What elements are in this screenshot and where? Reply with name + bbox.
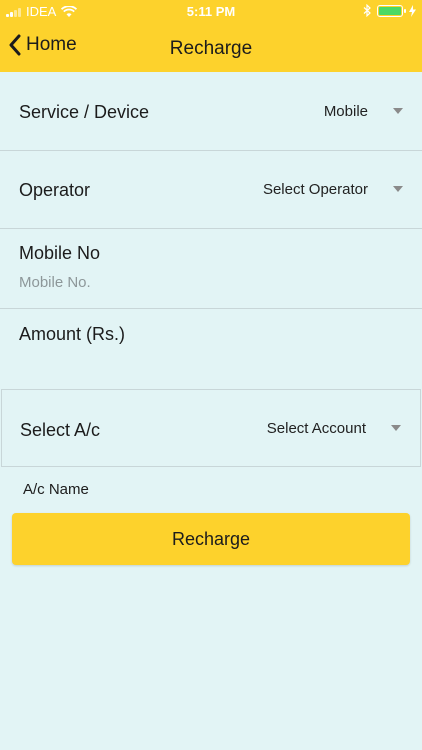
status-bar: IDEA 5:11 PM [0, 0, 422, 24]
amount-row: Amount (Rs.) [0, 309, 422, 389]
chevron-down-icon[interactable] [393, 108, 403, 114]
bluetooth-icon [363, 4, 371, 17]
recharge-button[interactable]: Recharge [12, 513, 410, 565]
amount-input[interactable] [19, 353, 399, 379]
chevron-down-icon[interactable] [391, 425, 401, 431]
service-device-row[interactable]: Service / Device Mobile [0, 72, 422, 151]
top-bar: IDEA 5:11 PM Home Recharge [0, 0, 422, 72]
page-title: Recharge [169, 38, 253, 59]
status-time: 5:11 PM [186, 4, 236, 19]
account-name-label: A/c Name [23, 481, 89, 498]
amount-label: Amount (Rs.) [19, 324, 126, 344]
select-account-row[interactable]: Select A/c Select Account [1, 389, 421, 467]
select-account-value[interactable]: Select Account [267, 420, 366, 437]
charging-icon [409, 4, 416, 17]
navigation-bar: Home Recharge [0, 28, 422, 68]
mobile-number-label: Mobile No [19, 243, 101, 263]
service-device-value[interactable]: Mobile [324, 103, 368, 120]
chevron-down-icon[interactable] [393, 186, 403, 192]
mobile-number-input[interactable]: Mobile No. [19, 274, 91, 291]
operator-value[interactable]: Select Operator [263, 181, 368, 198]
operator-label: Operator [19, 180, 91, 200]
mobile-number-row: Mobile No Mobile No. [0, 229, 422, 309]
select-account-label: Select A/c [20, 420, 101, 440]
status-right [363, 4, 416, 17]
service-device-label: Service / Device [19, 102, 150, 122]
operator-row[interactable]: Operator Select Operator [0, 151, 422, 229]
battery-icon [377, 4, 406, 17]
